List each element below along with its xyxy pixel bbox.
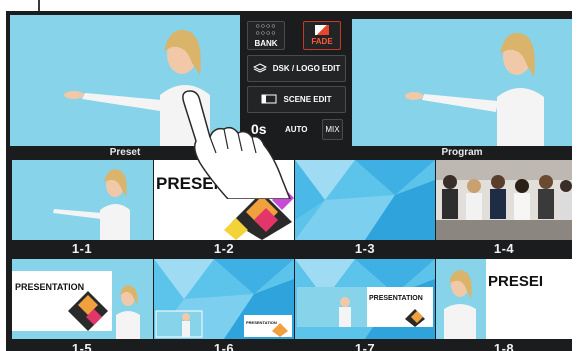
slide-text-1-8: PRESEI: [488, 273, 544, 290]
scene-label-1-6: 1-6: [213, 341, 235, 351]
scene-label-1-2: 1-2: [213, 241, 235, 256]
scene-label-1-7: 1-7: [354, 341, 376, 351]
slide-text-1-5: PRESENTATION: [15, 282, 85, 292]
program-monitor: [352, 19, 572, 146]
scene-thumb-1-3[interactable]: [295, 160, 435, 240]
scene-label-1-3: 1-3: [354, 241, 376, 256]
slide-text-1-7: PRESENTATION: [369, 295, 423, 302]
bank-label: BANK: [254, 39, 278, 48]
scene-thumb-1-6[interactable]: PRESENTATION: [154, 259, 294, 339]
fade-icon: [315, 25, 329, 35]
fade-button[interactable]: FADE: [303, 21, 341, 50]
scene-label-1-1: 1-1: [71, 241, 93, 256]
hand-tap-icon: [170, 87, 300, 200]
mix-label: MIX: [325, 125, 340, 134]
scene-thumb-1-8[interactable]: PRESEI: [436, 259, 572, 339]
scene-thumb-1-7[interactable]: PRESENTATION: [295, 259, 435, 339]
slide-text-1-6: PRESENTATION: [246, 320, 277, 325]
dsk-label: DSK / LOGO EDIT: [272, 64, 341, 73]
program-label: Program: [441, 147, 483, 158]
scene-label-1-8: 1-8: [493, 341, 515, 351]
preset-label: Preset: [109, 147, 141, 158]
scene-label-1-4: 1-4: [493, 241, 515, 256]
scene-thumb-1-1[interactable]: [12, 160, 153, 240]
scene-label-1-5: 1-5: [71, 341, 93, 351]
mix-button[interactable]: MIX: [322, 119, 343, 140]
dsk-logo-edit-button[interactable]: DSK / LOGO EDIT: [247, 55, 346, 82]
switcher-screen: Preset ○○○○ ○○○○ BANK FADE DSK / LOGO EDI…: [6, 11, 572, 351]
scene-thumb-1-4[interactable]: [436, 160, 572, 240]
bank-button[interactable]: ○○○○ ○○○○ BANK: [247, 21, 285, 50]
scene-thumb-1-5[interactable]: PRESENTATION: [12, 259, 153, 339]
fade-label: FADE: [311, 37, 333, 46]
layers-icon: [252, 62, 267, 75]
grid-dots-icon: ○○○○ ○○○○: [255, 23, 277, 37]
